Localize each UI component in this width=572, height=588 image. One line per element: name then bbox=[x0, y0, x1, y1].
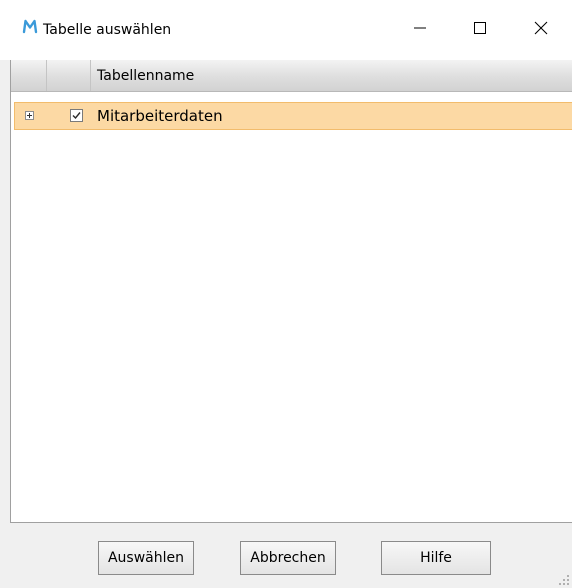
table-name-cell: Mitarbeiterdaten bbox=[97, 107, 223, 125]
help-button[interactable]: Hilfe bbox=[381, 541, 491, 575]
resize-grip-icon[interactable] bbox=[559, 575, 569, 585]
column-header-expand[interactable] bbox=[11, 60, 47, 91]
minimize-button[interactable] bbox=[397, 14, 443, 42]
window-title: Tabelle auswählen bbox=[43, 22, 172, 38]
minimize-icon bbox=[414, 27, 426, 29]
grid-header: Tabellenname bbox=[11, 60, 572, 92]
maximize-icon bbox=[474, 22, 486, 34]
column-header-check[interactable] bbox=[47, 60, 91, 91]
row-checkbox[interactable] bbox=[70, 109, 83, 122]
table-grid[interactable]: Tabellenname Mitarbeiterdaten bbox=[10, 60, 572, 523]
title-bar[interactable]: Tabelle auswählen bbox=[0, 0, 572, 60]
close-icon bbox=[534, 21, 548, 35]
expand-plus-icon[interactable] bbox=[25, 111, 34, 120]
cancel-button[interactable]: Abbrechen bbox=[240, 541, 336, 575]
dialog-window: Tabelle auswählen Tabellenname Mitarbeit… bbox=[0, 0, 572, 588]
app-logo-icon bbox=[22, 18, 38, 34]
close-button[interactable] bbox=[518, 14, 564, 42]
checkmark-icon bbox=[72, 112, 81, 120]
select-button[interactable]: Auswählen bbox=[98, 541, 194, 575]
column-header-table-name[interactable]: Tabellenname bbox=[91, 60, 572, 91]
table-row[interactable]: Mitarbeiterdaten bbox=[14, 102, 572, 130]
maximize-button[interactable] bbox=[457, 14, 503, 42]
